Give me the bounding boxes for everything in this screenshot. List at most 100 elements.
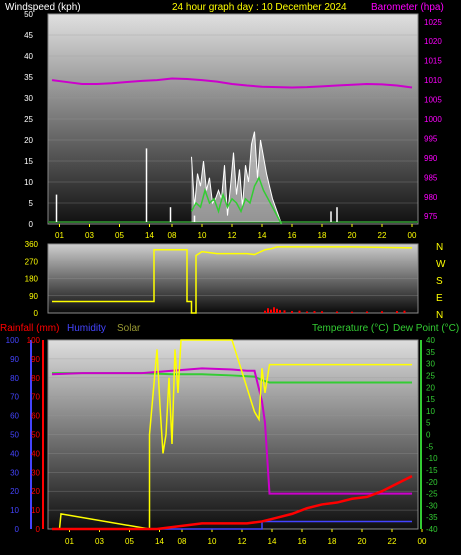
- wind-x-tick-label: 10: [198, 231, 207, 240]
- baro-tick-label: 980: [424, 193, 438, 202]
- rain-rate-bar: [351, 311, 353, 313]
- compass-n-bottom: N: [436, 310, 443, 321]
- temperature-tick-label: 20: [426, 383, 435, 392]
- baro-tick-label: 1015: [424, 57, 442, 66]
- rain-tick-label: 10: [31, 506, 40, 515]
- humidity-tick-label: 80: [10, 374, 19, 383]
- temperature-tick-label: -25: [426, 490, 438, 499]
- wind-x-tick-label: 00: [408, 231, 417, 240]
- solar-title: Solar: [117, 323, 141, 334]
- baro-tick-label: 990: [424, 154, 438, 163]
- wind-x-tick-label: 16: [288, 231, 297, 240]
- temperature-x-tick-label: 08: [178, 537, 187, 546]
- wind-x-tick-label: 18: [318, 231, 327, 240]
- temperature-tick-label: 30: [426, 360, 435, 369]
- temperature-tick-label: -35: [426, 513, 438, 522]
- rain-rate-bar: [396, 311, 398, 313]
- temperature-tick-label: -15: [426, 466, 438, 475]
- rain-rate-bar: [306, 311, 308, 313]
- wind-tick-label: 5: [29, 199, 34, 208]
- temperature-x-tick-label: 16: [298, 537, 307, 546]
- direction-left-axis: 0 90 180 270 360: [25, 240, 39, 318]
- humidity-tick-label: 90: [10, 355, 19, 364]
- rain-tick-label: 80: [31, 374, 40, 383]
- baro-tick-label: 985: [424, 173, 438, 182]
- rain-tick-label: 100: [27, 336, 41, 345]
- humidity-tick-label: 30: [10, 468, 19, 477]
- rain-tick-label: 70: [31, 393, 40, 402]
- wind-x-tick-label: 14: [145, 231, 154, 240]
- baro-tick-label: 1025: [424, 18, 442, 27]
- temperature-tick-label: -40: [426, 525, 438, 534]
- rain-rate-bar: [276, 308, 278, 313]
- wind-tick-label: 20: [24, 136, 33, 145]
- wind-tick-label: 35: [24, 73, 33, 82]
- temperature-x-tick-label: 18: [328, 537, 337, 546]
- rain-tick-label: 50: [31, 431, 40, 440]
- temperature-tick-label: 5: [426, 419, 431, 428]
- baro-tick-label: 995: [424, 134, 438, 143]
- direction-tick-label: 180: [25, 275, 39, 284]
- wind-x-tick-label: 14: [258, 231, 267, 240]
- direction-tick-label: 0: [34, 309, 39, 318]
- barometer-title: Barometer (hpa): [371, 2, 444, 13]
- humidity-tick-label: 50: [10, 431, 19, 440]
- rain-tick-label: 30: [31, 468, 40, 477]
- wind-tick-label: 30: [24, 94, 33, 103]
- temperature-tick-label: -10: [426, 454, 438, 463]
- rain-rate-bar: [366, 311, 368, 313]
- rain-tick-label: 60: [31, 412, 40, 421]
- baro-tick-label: 1000: [424, 115, 442, 124]
- rain-rate-bar: [291, 311, 293, 313]
- temperature-x-tick-label: 01: [65, 537, 74, 546]
- humidity-left-axis: 0 10 20 30 40 50 60 70 80 90 100: [6, 336, 20, 534]
- temperature-x-tick-label: 14: [268, 537, 277, 546]
- baro-right-axis: 975 980 985 990 995 1000 1005 1010 1015 1020 1025: [424, 18, 442, 221]
- wind-x-axis: 01 03 05 14 08 10 12 14 16 18 20 22 00: [55, 224, 417, 240]
- temperature-x-axis: 01 03 05 14 08 10 12 14 16 18 20 22 00: [65, 529, 427, 546]
- temperature-tick-label: -30: [426, 501, 438, 510]
- baro-tick-label: 1005: [424, 96, 442, 105]
- wind-x-tick-label: 22: [378, 231, 387, 240]
- wind-x-tick-label: 03: [85, 231, 94, 240]
- temperature-x-tick-label: 10: [208, 537, 217, 546]
- wind-x-tick-label: 01: [55, 231, 64, 240]
- wind-left-axis: 0 5 10 15 20 25 30 35 40 45 50: [24, 10, 33, 229]
- dewpoint-title: Dew Point (°C): [393, 323, 459, 334]
- compass-n-top: N: [436, 242, 443, 253]
- windspeed-title: Windspeed (kph): [5, 2, 81, 13]
- rain-rate-bar: [270, 309, 272, 313]
- rain-tick-label: 20: [31, 487, 40, 496]
- temperature-x-tick-label: 14: [155, 537, 164, 546]
- rain-tick-label: 0: [36, 525, 41, 534]
- humidity-tick-label: 20: [10, 487, 19, 496]
- wind-x-tick-label: 20: [348, 231, 357, 240]
- humidity-tick-label: 40: [10, 449, 19, 458]
- wind-x-tick-label: 12: [228, 231, 237, 240]
- rain-rate-bar: [283, 310, 286, 313]
- temperature-tick-label: 25: [426, 371, 435, 380]
- wind-tick-label: 40: [24, 52, 33, 61]
- compass-w: W: [436, 259, 446, 270]
- humidity-title: Humidity: [67, 323, 106, 334]
- weather-graphs: Windspeed (kph) 24 hour graph day : 10 D…: [0, 2, 459, 546]
- rain-left-axis: 0 10 20 30 40 50 60 70 80 90 100: [27, 336, 41, 534]
- temperature-x-tick-label: 03: [95, 537, 104, 546]
- compass-s: S: [436, 276, 443, 287]
- wind-tick-label: 10: [24, 178, 33, 187]
- temperature-x-tick-label: 22: [388, 537, 397, 546]
- wind-tick-label: 45: [24, 31, 33, 40]
- wind-tick-label: 50: [24, 10, 33, 19]
- direction-tick-label: 270: [25, 257, 39, 266]
- rain-rate-bar: [279, 310, 281, 313]
- temperature-title: Temperature (°C): [312, 323, 389, 334]
- temperature-tick-label: -20: [426, 478, 438, 487]
- humidity-tick-label: 100: [6, 336, 20, 345]
- temperature-tick-label: -5: [426, 442, 434, 451]
- rain-rate-bar: [403, 310, 406, 313]
- temperature-tick-label: 40: [426, 336, 435, 345]
- temperature-tick-label: 35: [426, 348, 435, 357]
- wind-x-tick-label: 05: [115, 231, 124, 240]
- humidity-tick-label: 0: [15, 525, 20, 534]
- temperature-x-tick-label: 05: [125, 537, 134, 546]
